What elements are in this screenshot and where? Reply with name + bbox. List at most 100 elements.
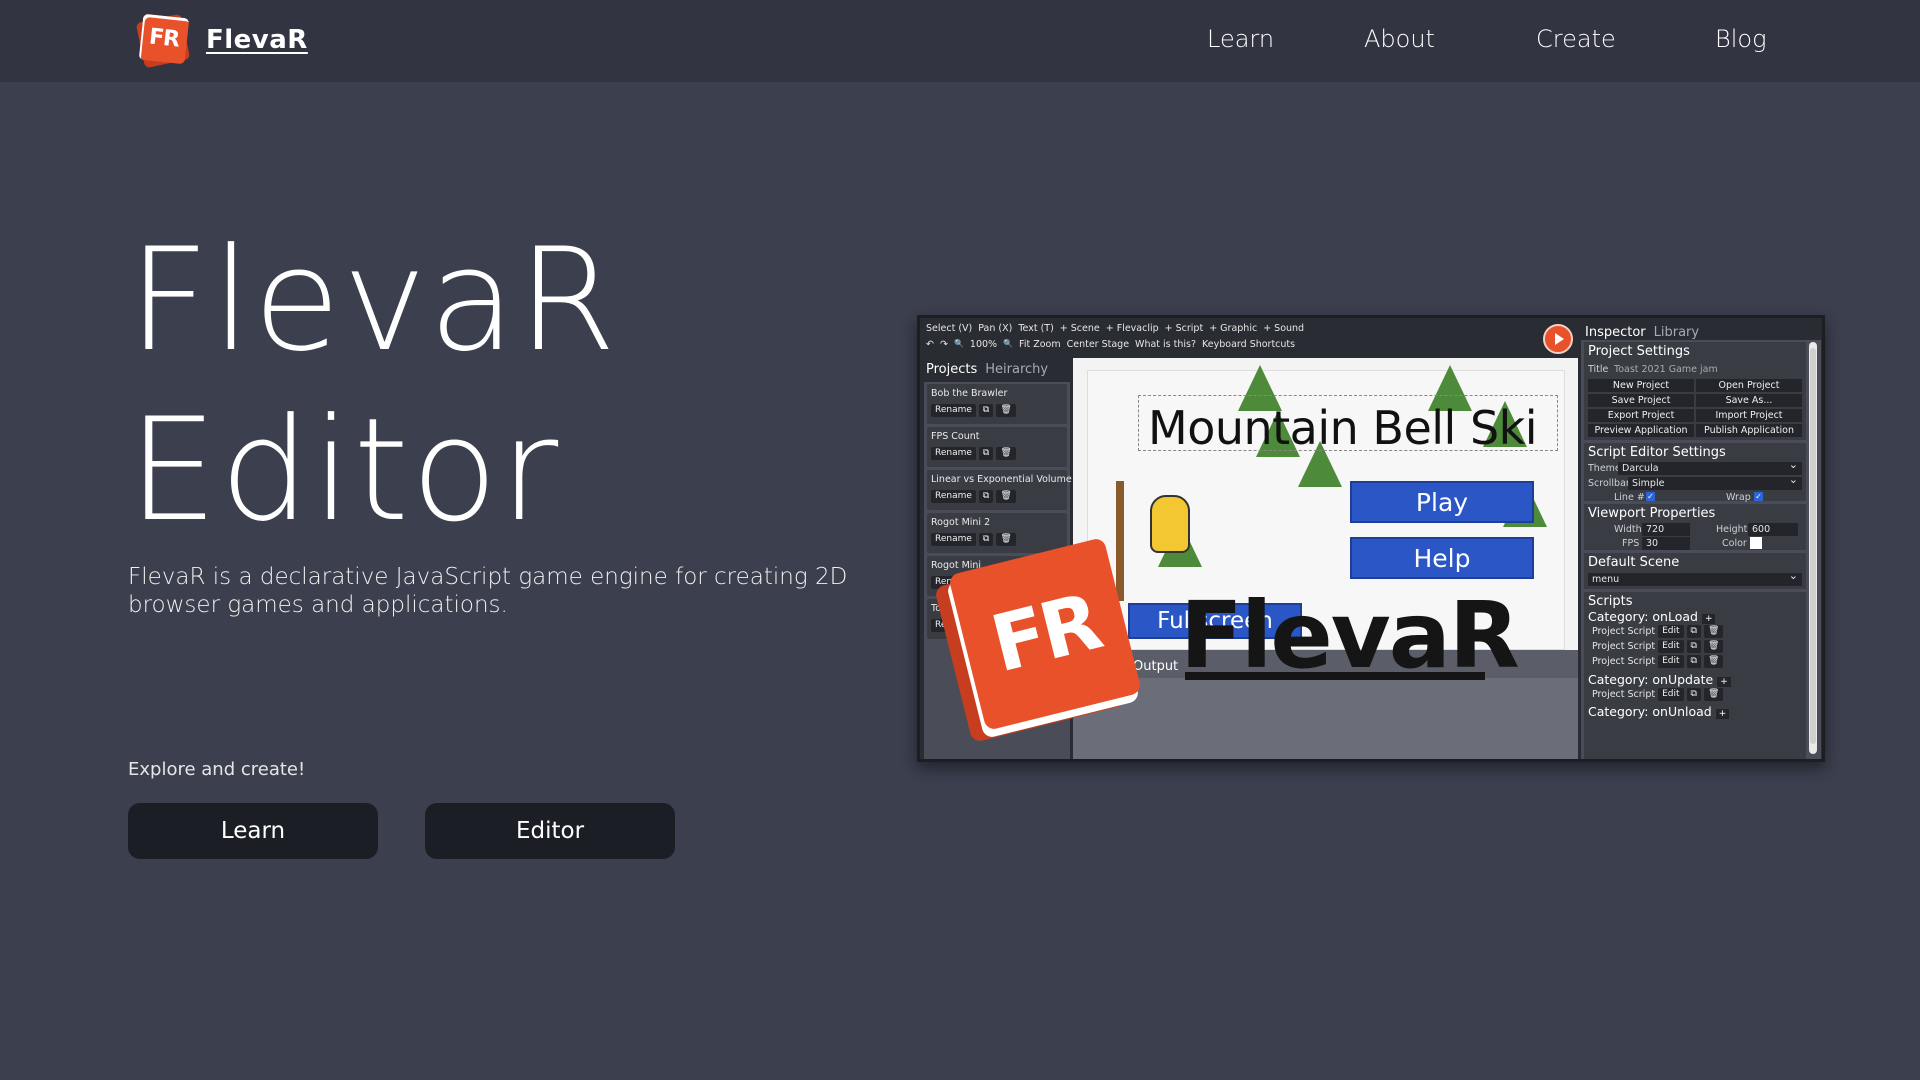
rename-button: Rename: [931, 447, 976, 460]
nav-link-about[interactable]: About: [1364, 25, 1435, 53]
line-number-checkbox: ✓: [1646, 492, 1655, 501]
copy-icon: ⧉: [978, 447, 994, 460]
viewport-section: Viewport Properties Width 720 Height 600…: [1584, 504, 1806, 550]
export-project-button: Export Project: [1588, 409, 1694, 422]
edit-button: Edit: [1658, 640, 1684, 653]
brand-name-link[interactable]: FlevaR: [206, 25, 308, 55]
script-label: Project Script: [1592, 641, 1656, 652]
default-scene-select: menu: [1588, 569, 1802, 586]
project-name: FPS Count: [931, 431, 980, 442]
script-editor-settings-section: Script Editor Settings Theme Darcula Scr…: [1584, 443, 1806, 503]
add-icon: +: [1701, 614, 1716, 624]
new-project-button: New Project: [1588, 379, 1694, 392]
category-onupdate: Category: onUpdate +: [1588, 672, 1731, 687]
copy-icon: ⧉: [978, 404, 994, 417]
tool-add-scene: + Scene: [1059, 323, 1100, 334]
hero-title-line1: FlevaR: [128, 218, 619, 383]
theme-select: Darcula: [1618, 458, 1802, 475]
nav-link-learn[interactable]: Learn: [1207, 25, 1274, 53]
explore-caption: Explore and create!: [128, 759, 306, 780]
hero-title: FlevaR Editor: [128, 216, 828, 556]
top-nav: FR FlevaR Learn About Create Blog: [0, 0, 1920, 82]
trash-icon: 🗑: [996, 447, 1016, 460]
output-label: Output: [1133, 659, 1179, 674]
script-row: Project Script Edit ⧉ 🗑: [1592, 640, 1724, 653]
editor-button[interactable]: Editor: [425, 803, 675, 859]
height-input: 600: [1748, 523, 1798, 536]
redo-icon: ↷: [939, 339, 948, 350]
tool-add-graphic: + Graphic: [1209, 323, 1258, 334]
game-title: Mountain Bell Ski: [1148, 401, 1538, 455]
script-row: Project Script Edit ⧉ 🗑: [1592, 655, 1724, 668]
trash-icon: 🗑: [1703, 640, 1724, 653]
trash-icon: 🗑: [1703, 655, 1724, 668]
project-item: Linear vs Exponential Volume Rename ⧉ 🗑: [927, 470, 1072, 510]
learn-button[interactable]: Learn: [128, 803, 378, 859]
project-name: Rogot Mini 2: [931, 517, 991, 528]
rename-button: Rename: [931, 490, 976, 503]
editor-toolbar-row2: ↶ ↷ 🔍 100% 🔍 Fit Zoom Center Stage What …: [926, 339, 1295, 353]
trash-icon: 🗑: [1703, 688, 1724, 701]
trash-icon: 🗑: [996, 490, 1016, 503]
undo-icon: ↶: [926, 339, 934, 350]
save-project-button: Save Project: [1588, 394, 1694, 407]
copy-icon: ⧉: [1686, 688, 1701, 701]
title-input: Toast 2021 Game jam: [1614, 364, 1718, 375]
hero-description: FlevaR is a declarative JavaScript game …: [128, 564, 848, 618]
edit-button: Edit: [1658, 688, 1684, 701]
section-title: Project Settings: [1588, 344, 1690, 359]
color-swatch: [1750, 537, 1762, 549]
tab-heirarchy: Heirarchy: [985, 362, 1049, 377]
project-settings-section: Project Settings Title Toast 2021 Game j…: [1584, 342, 1806, 440]
rename-button: Rename: [931, 404, 976, 417]
run-play-icon: [1543, 324, 1573, 354]
category-onupdate-label: Category: onUpdate: [1588, 672, 1714, 687]
section-title: Scripts: [1588, 594, 1633, 609]
logo-front-shape: FR: [138, 13, 190, 65]
script-label: Project Script: [1592, 656, 1656, 667]
character-sprite: [1150, 495, 1190, 553]
center-stage: Center Stage: [1066, 339, 1130, 350]
tool-text: Text (T): [1018, 323, 1054, 334]
tool-add-sound: + Sound: [1263, 323, 1305, 334]
what-is-this: What is this?: [1135, 339, 1197, 350]
nav-link-create[interactable]: Create: [1536, 25, 1616, 53]
copy-icon: ⧉: [978, 490, 994, 503]
flevar-big-logo-icon: FR: [934, 537, 1142, 743]
inspector-scrollbar: [1809, 342, 1817, 754]
import-project-button: Import Project: [1696, 409, 1802, 422]
inspector-panel: Project Settings Title Toast 2021 Game j…: [1581, 340, 1821, 759]
flevar-logo-icon[interactable]: FR: [135, 13, 191, 69]
color-label: Color: [1722, 538, 1747, 549]
line-number-label: Line #: [1614, 492, 1645, 503]
trash-icon: 🗑: [996, 404, 1016, 417]
stage-area: Mountain Bell Ski Play Help Fullscreen O…: [1073, 358, 1578, 759]
project-name: Bob the Brawler: [931, 388, 1008, 399]
edit-button: Edit: [1658, 655, 1684, 668]
default-scene-section: Default Scene menu: [1584, 553, 1806, 589]
fit-zoom: Fit Zoom: [1019, 339, 1061, 350]
project-item: FPS Count Rename ⧉ 🗑: [927, 427, 1067, 467]
scripts-section: Scripts Category: onLoad + Project Script…: [1584, 592, 1806, 759]
scrollbar-select: Simple: [1628, 473, 1802, 490]
script-row: Project Script Edit ⧉ 🗑: [1592, 688, 1724, 701]
zoom-out-icon: 🔍: [1003, 339, 1014, 348]
tool-add-script: + Script: [1164, 323, 1204, 334]
save-as-button: Save As...: [1696, 394, 1802, 407]
script-row: Project Script Edit ⧉ 🗑: [1592, 625, 1724, 638]
tool-select: Select (V): [926, 323, 973, 334]
open-project-button: Open Project: [1696, 379, 1802, 392]
zoom-in-icon: 🔍: [953, 339, 964, 348]
copy-icon: ⧉: [1686, 655, 1701, 668]
width-label: Width: [1614, 524, 1642, 535]
hero-title-line2: Editor: [128, 388, 561, 553]
height-label: Height: [1716, 524, 1748, 535]
section-title: Script Editor Settings: [1588, 445, 1726, 460]
wrap-checkbox: ✓: [1754, 492, 1763, 501]
category-onunload-label: Category: onUnload: [1588, 704, 1712, 719]
section-title: Viewport Properties: [1588, 506, 1716, 521]
nav-link-blog[interactable]: Blog: [1715, 25, 1766, 53]
tool-pan: Pan (X): [978, 323, 1013, 334]
script-label: Project Script: [1592, 689, 1656, 700]
brand[interactable]: FR FlevaR: [135, 13, 308, 69]
